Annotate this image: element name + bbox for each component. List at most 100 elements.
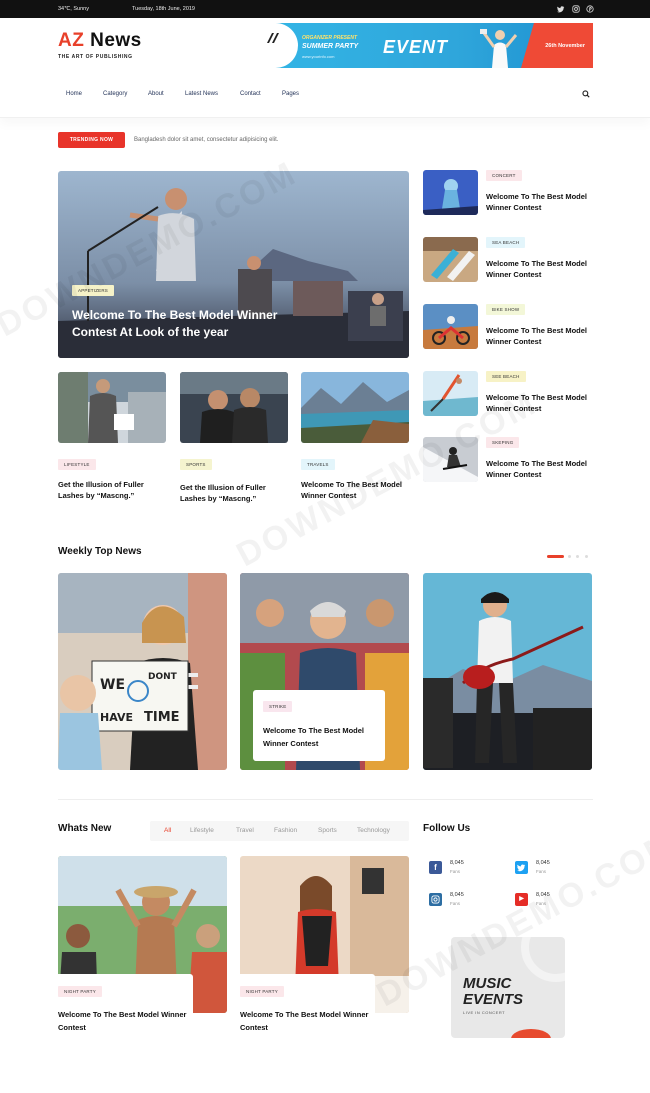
logo-news: News bbox=[90, 30, 142, 51]
weekly-card-3[interactable] bbox=[423, 573, 592, 770]
follow-facebook[interactable]: f 8,045 Fans bbox=[429, 858, 489, 878]
card-image bbox=[301, 372, 409, 443]
follow-label: Fans bbox=[450, 901, 461, 906]
ad-events: EVENTS bbox=[463, 991, 524, 1008]
hero-tag[interactable]: APPETIZERS bbox=[72, 285, 115, 296]
nav-pages[interactable]: Pages bbox=[282, 91, 299, 97]
trending-headline[interactable]: Bangladesh dolor sit amet, consectetur a… bbox=[134, 137, 278, 143]
follow-count: 8,045 bbox=[450, 860, 464, 866]
twitter-icon[interactable] bbox=[557, 5, 565, 13]
right-list-item-1[interactable]: CONCERT Welcome To The Best Model Winner… bbox=[423, 170, 593, 220]
small-card-2[interactable]: SPORTS Get the Illusion of Fuller Lashes… bbox=[180, 372, 288, 503]
search-icon[interactable] bbox=[582, 90, 590, 98]
hero-article[interactable]: APPETIZERS Welcome To The Best Model Win… bbox=[58, 171, 409, 358]
follow-us-title: Follow Us bbox=[423, 823, 471, 834]
banner-date: 26th November bbox=[545, 43, 585, 49]
sign-text-time: TIME bbox=[144, 710, 180, 725]
banner-organizer: ORGANIZER PRESENT bbox=[302, 35, 358, 41]
organizer-logo-icon bbox=[265, 31, 281, 47]
follow-instagram[interactable]: 8,045 Fans bbox=[429, 890, 489, 910]
weekly-card-2-info[interactable]: STRIKE Welcome To The Best Model Winner … bbox=[253, 690, 385, 761]
card-tag[interactable]: SPORTS bbox=[180, 459, 212, 470]
banner-party: SUMMER PARTY bbox=[302, 43, 359, 50]
carousel-dot[interactable] bbox=[568, 555, 571, 558]
whats-new-tabs: All Lifestyle Travel Fashion Sports Tech… bbox=[150, 821, 409, 841]
item-tag[interactable]: SEA BEACH bbox=[486, 237, 526, 248]
card-title[interactable]: Get the Illusion of Fuller Lashes by “Ma… bbox=[180, 482, 288, 504]
tab-travel[interactable]: Travel bbox=[236, 827, 254, 834]
nav-home[interactable]: Home bbox=[66, 91, 82, 97]
ad-live: LIVE IN CONCERT bbox=[463, 1010, 506, 1015]
section-divider bbox=[58, 799, 593, 800]
right-list-item-2[interactable]: SEA BEACH Welcome To The Best Model Winn… bbox=[423, 237, 593, 287]
item-image bbox=[423, 371, 478, 416]
weekly-card-1[interactable]: WE DONT HAVE TIME bbox=[58, 573, 227, 770]
sign-text-have: HAVE bbox=[100, 711, 133, 724]
tab-technology[interactable]: Technology bbox=[357, 827, 390, 834]
nav-latest-news[interactable]: Latest News bbox=[185, 91, 218, 97]
card-tag[interactable]: NIGHT PARTY bbox=[58, 986, 102, 997]
facebook-icon: f bbox=[429, 861, 442, 874]
pinterest-icon[interactable] bbox=[586, 5, 594, 13]
music-events-ad[interactable]: MUSIC EVENTS LIVE IN CONCERT bbox=[451, 937, 565, 1038]
weekly-card-tag[interactable]: STRIKE bbox=[263, 701, 293, 712]
carousel-dot-active[interactable] bbox=[547, 555, 564, 558]
item-image bbox=[423, 237, 478, 282]
main-nav: Home Category About Latest News Contact … bbox=[0, 80, 650, 118]
nav-category[interactable]: Category bbox=[103, 91, 127, 97]
tab-fashion[interactable]: Fashion bbox=[274, 827, 297, 834]
site-tagline: THE ART OF PUBLISHING bbox=[58, 54, 133, 60]
weather-text: 34℃, Sunny bbox=[58, 6, 89, 12]
small-card-3[interactable]: TRAVELS Welcome To The Best Model Winner… bbox=[301, 372, 409, 500]
whats-new-card-2[interactable]: NIGHT PARTY Welcome To The Best Model Wi… bbox=[240, 856, 409, 1044]
weekly-card-title[interactable]: Welcome To The Best Model Winner Contest bbox=[263, 724, 378, 750]
follow-youtube[interactable]: ▶ 8,045 Fans bbox=[515, 890, 575, 910]
hero-title[interactable]: Welcome To The Best Model Winner Contest… bbox=[72, 307, 312, 341]
item-tag[interactable]: CONCERT bbox=[486, 170, 522, 181]
follow-label: Fans bbox=[536, 901, 547, 906]
header-ad-banner[interactable]: ORGANIZER PRESENT SUMMER PARTY www.youri… bbox=[250, 23, 593, 68]
item-title[interactable]: Welcome To The Best Model Winner Contest bbox=[486, 191, 596, 213]
card-title[interactable]: Welcome To The Best Model Winner Contest bbox=[240, 1008, 370, 1034]
instagram-icon bbox=[429, 893, 442, 906]
banner-url: www.yourinfo.com bbox=[302, 54, 335, 59]
card-tag[interactable]: NIGHT PARTY bbox=[240, 986, 284, 997]
item-tag[interactable]: SKEPING bbox=[486, 437, 520, 448]
follow-count: 8,045 bbox=[450, 892, 464, 898]
weekly-top-news-title: Weekly Top News bbox=[58, 546, 142, 557]
small-card-1[interactable]: LIFESTYLE Get the Illusion of Fuller Las… bbox=[58, 372, 166, 500]
card-tag[interactable]: LIFESTYLE bbox=[58, 459, 96, 470]
follow-twitter[interactable]: 8,045 Fans bbox=[515, 858, 575, 878]
right-list-item-3[interactable]: BIKE SHOW Welcome To The Best Model Winn… bbox=[423, 304, 593, 354]
nav-about[interactable]: About bbox=[148, 91, 164, 97]
nav-contact[interactable]: Contact bbox=[240, 91, 261, 97]
follow-label: Fans bbox=[536, 869, 547, 874]
trending-now-label[interactable]: TRENDING NOW bbox=[58, 132, 125, 148]
whats-new-title: Whats New bbox=[58, 823, 112, 834]
item-title[interactable]: Welcome To The Best Model Winner Contest bbox=[486, 392, 596, 414]
right-list-item-4[interactable]: SEE BEACH Welcome To The Best Model Winn… bbox=[423, 371, 593, 421]
item-title[interactable]: Welcome To The Best Model Winner Contest bbox=[486, 458, 596, 480]
card-tag[interactable]: TRAVELS bbox=[301, 459, 335, 470]
right-list-item-5[interactable]: SKEPING Welcome To The Best Model Winner… bbox=[423, 437, 593, 487]
item-title[interactable]: Welcome To The Best Model Winner Contest bbox=[486, 325, 596, 347]
carousel-dot[interactable] bbox=[585, 555, 588, 558]
date-text: Tuesday, 18th June, 2019 bbox=[132, 6, 195, 12]
item-tag[interactable]: SEE BEACH bbox=[486, 371, 526, 382]
item-title[interactable]: Welcome To The Best Model Winner Contest bbox=[486, 258, 596, 280]
twitter-icon bbox=[515, 861, 528, 874]
card-title[interactable]: Welcome To The Best Model Winner Contest bbox=[301, 479, 409, 501]
tab-sports[interactable]: Sports bbox=[318, 827, 337, 834]
banner-event: EVENT bbox=[383, 37, 449, 57]
card-title[interactable]: Welcome To The Best Model Winner Contest bbox=[58, 1008, 188, 1034]
site-logo[interactable]: AZ News bbox=[58, 30, 142, 52]
tab-lifestyle[interactable]: Lifestyle bbox=[190, 827, 214, 834]
card-title[interactable]: Get the Illusion of Fuller Lashes by “Ma… bbox=[58, 479, 166, 501]
instagram-icon[interactable] bbox=[572, 5, 580, 13]
follow-count: 8,045 bbox=[536, 892, 550, 898]
item-tag[interactable]: BIKE SHOW bbox=[486, 304, 526, 315]
tab-all[interactable]: All bbox=[164, 827, 171, 834]
carousel-dot[interactable] bbox=[576, 555, 579, 558]
banner-dancer-image bbox=[480, 29, 518, 68]
whats-new-card-1[interactable]: NIGHT PARTY Welcome To The Best Model Wi… bbox=[58, 856, 227, 1044]
